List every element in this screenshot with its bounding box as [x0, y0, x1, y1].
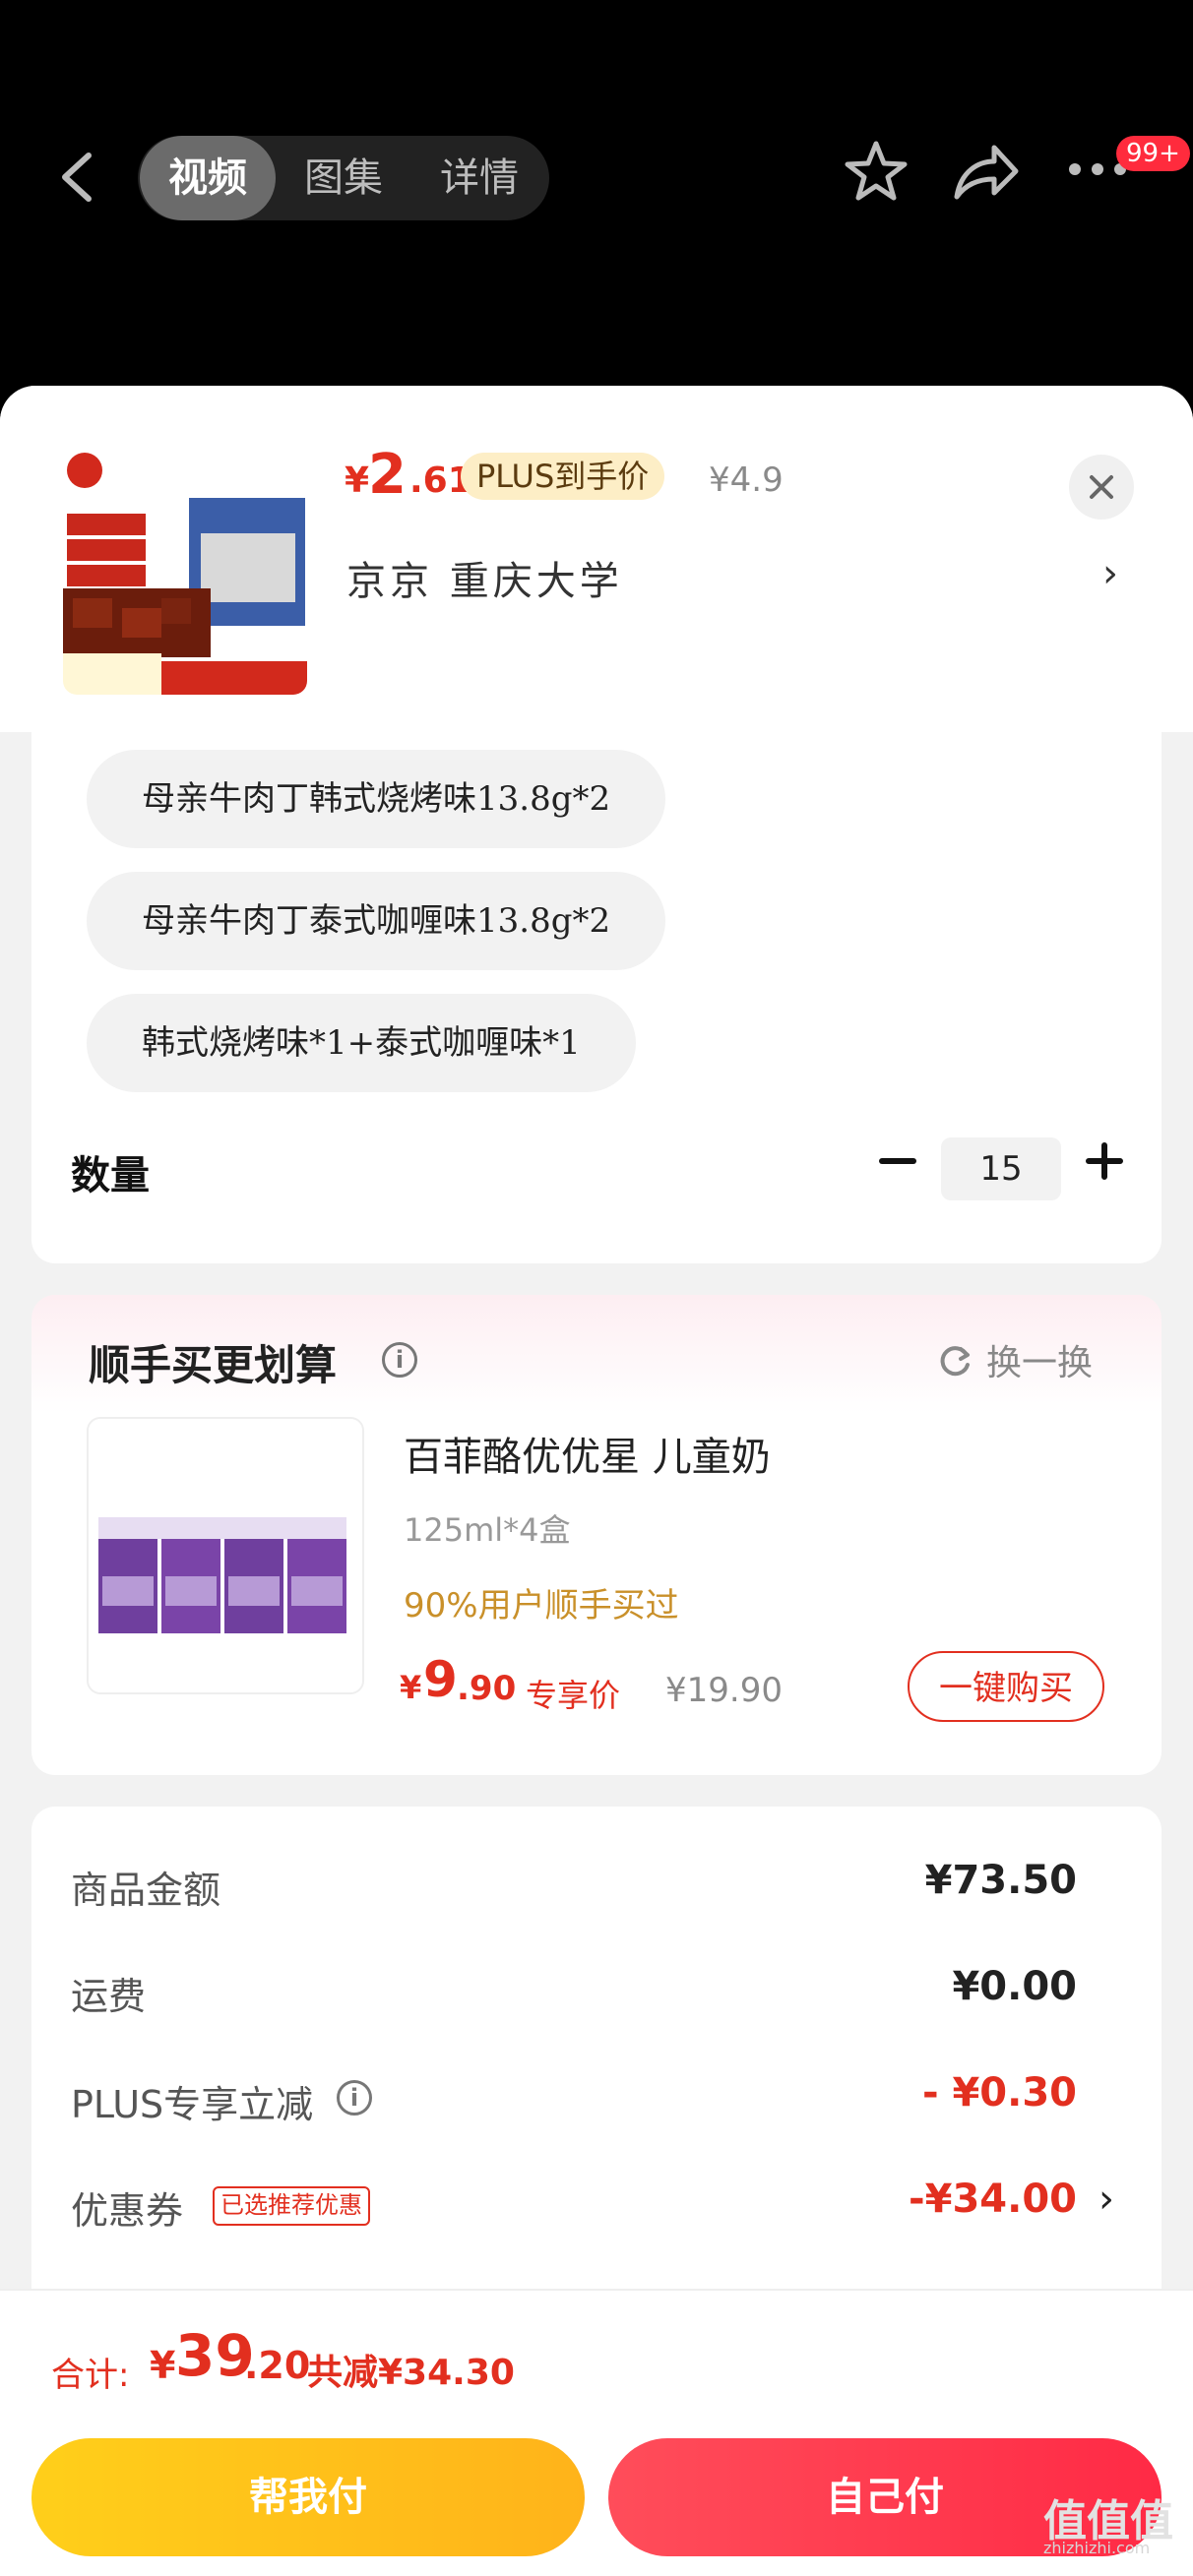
summary-label: 商品金额	[71, 1869, 221, 1912]
recommend-price-tag: 专享价	[526, 1677, 621, 1714]
spec-option[interactable]: 母亲牛肉丁韩式烧烤味13.8g*2	[87, 750, 666, 848]
recommend-name[interactable]: 百菲酪优优星 儿童奶	[404, 1425, 771, 1482]
summary-value: - ¥0.30	[921, 2070, 1077, 2116]
info-icon[interactable]: i	[382, 1342, 417, 1378]
minus-icon[interactable]	[866, 1130, 929, 1193]
product-image	[63, 451, 307, 695]
plus-price-tag: PLUS到手价	[461, 453, 665, 500]
original-price: ¥4.9	[709, 460, 784, 500]
share-icon[interactable]	[951, 138, 1020, 209]
total-saved: 共减¥34.30	[307, 2353, 515, 2393]
swap-label: 换一换	[986, 1343, 1094, 1383]
recommend-image[interactable]	[87, 1417, 364, 1694]
tab-details[interactable]: 详情	[411, 136, 547, 220]
tab-video[interactable]: 视频	[140, 136, 276, 220]
quantity-stepper[interactable]: 15	[941, 1137, 1061, 1200]
spec-option[interactable]: 韩式烧烤味*1+泰式咖喱味*1	[87, 994, 636, 1092]
watermark-sub: zhizhizhi.com	[1043, 2539, 1151, 2557]
recommend-price-decimal: .90	[457, 1669, 517, 1708]
notification-badge: 99+	[1116, 136, 1190, 171]
coupon-value[interactable]: -¥34.00	[909, 2177, 1077, 2222]
tab-gallery[interactable]: 图集	[276, 136, 411, 220]
total-label: 合计:	[51, 2356, 130, 2395]
quantity-label: 数量	[71, 1153, 150, 1198]
summary-value: ¥0.00	[952, 1964, 1077, 2009]
total-integer: 39	[175, 2322, 255, 2389]
total-currency: ¥	[150, 2344, 176, 2387]
recommend-price-integer: 9	[423, 1651, 458, 1708]
recommend-original-price: ¥19.90	[665, 1671, 783, 1710]
recommend-spec: 125ml*4盒	[404, 1511, 571, 1549]
one-click-buy-button[interactable]: 一键购买	[908, 1651, 1104, 1722]
coupon-tag: 已选推荐优惠	[213, 2186, 370, 2226]
summary-label: 优惠券	[71, 2189, 184, 2233]
recommend-social-proof: 90%用户顺手买过	[404, 1586, 679, 1625]
close-icon	[1090, 475, 1113, 499]
recommend-title: 顺手买更划算	[89, 1341, 338, 1389]
chevron-right-icon[interactable]: ›	[1099, 2177, 1114, 2222]
refresh-icon	[935, 1341, 974, 1389]
chevron-right-icon[interactable]: ›	[1102, 551, 1118, 596]
recommend-price-currency: ¥	[400, 1669, 422, 1706]
star-icon[interactable]	[843, 138, 910, 209]
summary-label: PLUS专享立减	[71, 2083, 314, 2126]
price-integer: 2	[368, 443, 407, 507]
summary-label: 运费	[71, 1975, 147, 2018]
media-tabs: 视频 图集 详情	[138, 136, 549, 220]
summary-value: ¥73.50	[924, 1858, 1077, 1903]
help-pay-button[interactable]: 帮我付	[31, 2438, 585, 2556]
close-button[interactable]	[1069, 455, 1134, 520]
delivery-address[interactable]: 京京 重庆大学	[346, 549, 623, 606]
back-icon[interactable]	[49, 148, 108, 207]
price-currency: ¥	[345, 460, 370, 501]
plus-icon[interactable]	[1073, 1130, 1136, 1193]
total-decimal: .20	[244, 2344, 311, 2387]
spec-option[interactable]: 母亲牛肉丁泰式咖喱味13.8g*2	[87, 872, 666, 970]
info-icon[interactable]: i	[337, 2080, 372, 2116]
swap-button[interactable]: 换一换	[935, 1334, 1093, 1389]
